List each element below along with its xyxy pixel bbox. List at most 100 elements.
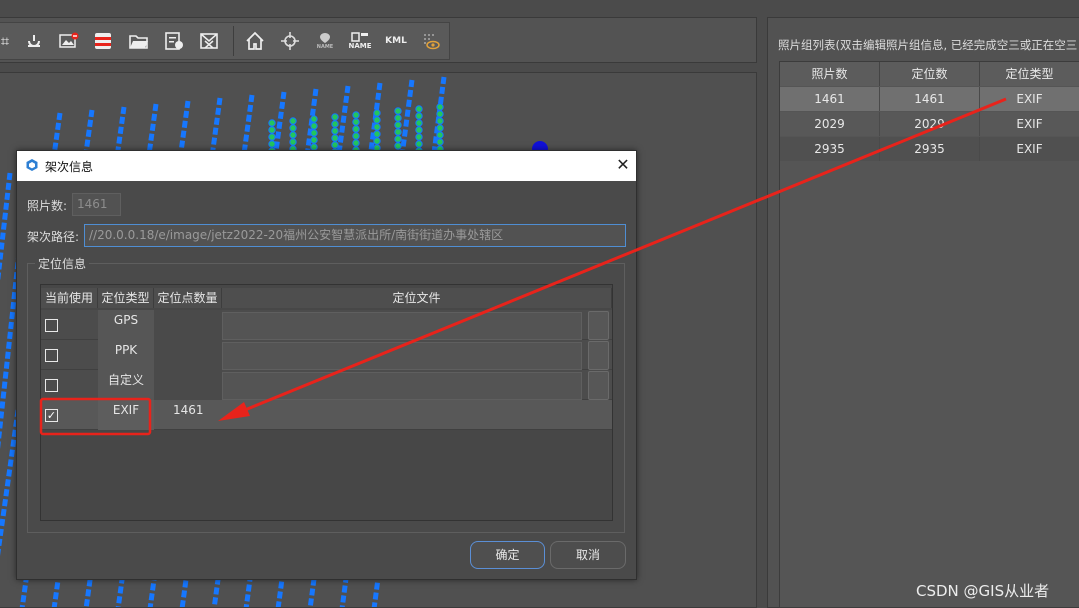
col-photo-count[interactable]: 照片数: [780, 62, 880, 86]
browse-button[interactable]: [588, 371, 609, 400]
crop-icon[interactable]: ⌗: [0, 28, 18, 54]
flight-point: [331, 120, 339, 128]
app-logo-icon: [25, 158, 39, 172]
flight-point: [415, 112, 423, 120]
stamp-icon[interactable]: [21, 28, 47, 54]
cell-count: [154, 370, 222, 400]
col-location-type[interactable]: 定位类型: [98, 288, 154, 308]
flight-point: [331, 113, 339, 121]
cell-photo-count: 2935: [780, 137, 880, 161]
ok-button[interactable]: 确定: [470, 541, 545, 569]
cell-type: PPK: [98, 340, 154, 370]
toolbar-separator: [233, 26, 234, 56]
open-folder-icon[interactable]: [126, 28, 152, 54]
flight-point: [436, 138, 444, 146]
flight-point: [436, 110, 444, 118]
use-checkbox[interactable]: [45, 319, 58, 332]
flight-point: [373, 137, 381, 145]
location-file-input[interactable]: [222, 342, 582, 370]
cell-count: [154, 340, 222, 370]
col-location-count[interactable]: 定位数: [880, 62, 980, 86]
flight-point: [436, 117, 444, 125]
photo-count-field[interactable]: 1461: [72, 193, 121, 216]
mail-close-icon[interactable]: [196, 28, 222, 54]
use-checkbox[interactable]: ✓: [45, 409, 58, 422]
target-icon[interactable]: [277, 28, 303, 54]
col-location-file[interactable]: 定位文件: [222, 288, 612, 308]
use-checkbox[interactable]: [45, 349, 58, 362]
flight-point: [436, 131, 444, 139]
flight-point: [331, 134, 339, 142]
record-icon[interactable]: [90, 28, 116, 54]
location-file-input[interactable]: [222, 312, 582, 340]
cell-type: EXIF: [98, 400, 154, 430]
name-marker-icon[interactable]: NAME: [312, 28, 338, 54]
flight-point: [373, 116, 381, 124]
path-label: 架次路径:: [27, 230, 80, 244]
flight-point: [331, 141, 339, 149]
flight-point: [394, 121, 402, 129]
flight-point: [268, 140, 276, 148]
cell-location-type: EXIF: [980, 87, 1079, 111]
flight-point: [352, 111, 360, 119]
cancel-button[interactable]: 取消: [550, 541, 626, 569]
use-checkbox[interactable]: [45, 379, 58, 392]
image-remove-icon[interactable]: [56, 28, 82, 54]
flight-point: [415, 133, 423, 141]
cell-count: 1461: [173, 403, 204, 417]
flight-point: [289, 124, 297, 132]
flight-point: [352, 139, 360, 147]
cell-location-count: 1461: [880, 87, 980, 111]
flight-point: [415, 119, 423, 127]
flight-point: [394, 135, 402, 143]
flight-point: [268, 126, 276, 134]
cell-type: GPS: [98, 310, 154, 340]
flight-point: [289, 138, 297, 146]
flight-point: [394, 142, 402, 150]
photo-count-label: 照片数:: [27, 199, 68, 213]
dialog-titlebar[interactable]: [17, 151, 636, 181]
path-field[interactable]: //20.0.0.18/e/image/jetz2022-20福州公安智慧派出所…: [84, 224, 626, 247]
name-marker-label: NAME: [316, 44, 334, 50]
location-file-input[interactable]: [222, 372, 582, 400]
flight-point: [415, 105, 423, 113]
flight-point: [331, 127, 339, 135]
col-point-count[interactable]: 定位点数量: [154, 288, 222, 308]
photo-group-title: 照片组列表(双击编辑照片组信息, 已经完成空三或正在空三: [778, 38, 1078, 52]
report-icon[interactable]: [161, 28, 187, 54]
watermark: CSDN @GIS从业者: [916, 582, 1050, 600]
home-icon[interactable]: [242, 28, 268, 54]
kml-icon[interactable]: KML: [383, 28, 409, 54]
flight-point: [310, 115, 318, 123]
cell-location-count: 2029: [880, 112, 980, 136]
location-info-label: 定位信息: [35, 255, 90, 272]
cell-photo-count: 2029: [780, 112, 880, 136]
dialog-title: 架次信息: [45, 160, 94, 174]
flight-point: [373, 109, 381, 117]
cell-type: 自定义: [98, 370, 154, 400]
flight-point: [373, 130, 381, 138]
flight-point: [415, 126, 423, 134]
flight-point: [310, 129, 318, 137]
flight-point: [352, 125, 360, 133]
cell-location-type: EXIF: [980, 137, 1079, 161]
cell-photo-count: 1461: [780, 87, 880, 111]
kml-label: KML: [385, 36, 407, 46]
flight-point: [310, 122, 318, 130]
col-location-type[interactable]: 定位类型: [980, 62, 1079, 86]
cell-location-type: EXIF: [980, 112, 1079, 136]
browse-button[interactable]: [588, 311, 609, 340]
flight-point: [289, 131, 297, 139]
browse-button[interactable]: [588, 341, 609, 370]
col-current-use[interactable]: 当前使用: [41, 288, 98, 308]
visibility-icon[interactable]: [417, 28, 443, 54]
flight-point: [436, 103, 444, 111]
flight-point: [268, 133, 276, 141]
flight-point: [373, 123, 381, 131]
close-icon[interactable]: ✕: [613, 155, 633, 175]
flight-point: [310, 136, 318, 144]
cell-location-count: 2935: [880, 137, 980, 161]
name-tag-icon[interactable]: NAME: [347, 28, 373, 54]
flight-point: [268, 119, 276, 127]
cell-count: [154, 310, 222, 340]
